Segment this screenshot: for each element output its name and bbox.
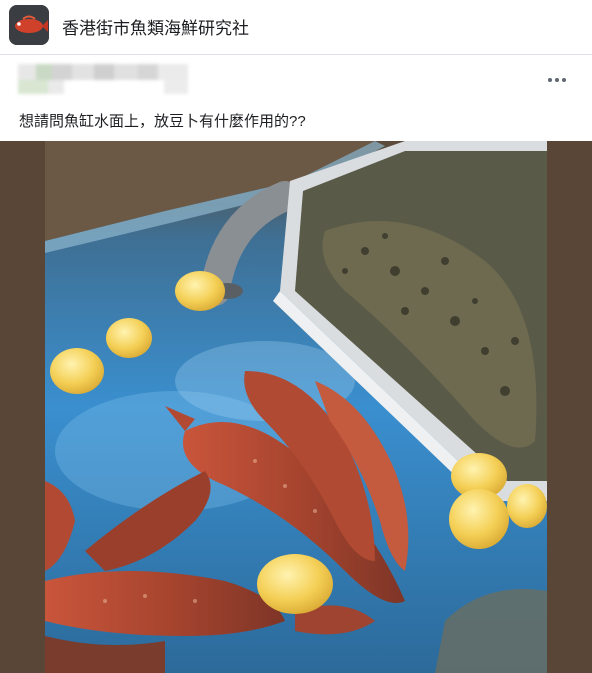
red-fish-avatar-icon — [9, 5, 49, 45]
group-name[interactable]: 香港街市魚類海鮮研究社 — [62, 14, 249, 39]
group-header: 香港街市魚類海鮮研究社 — [0, 0, 592, 55]
more-options-button[interactable] — [542, 70, 572, 90]
blurred-author-name — [14, 62, 194, 96]
post-author-row — [0, 56, 592, 100]
more-options-icon — [548, 78, 566, 82]
fish-tank-photo — [45, 141, 547, 673]
post-photo[interactable] — [0, 141, 592, 673]
post-text: 想請問魚缸水面上，放豆卜有什麼作用的?? — [19, 113, 306, 130]
group-avatar[interactable] — [9, 5, 49, 45]
